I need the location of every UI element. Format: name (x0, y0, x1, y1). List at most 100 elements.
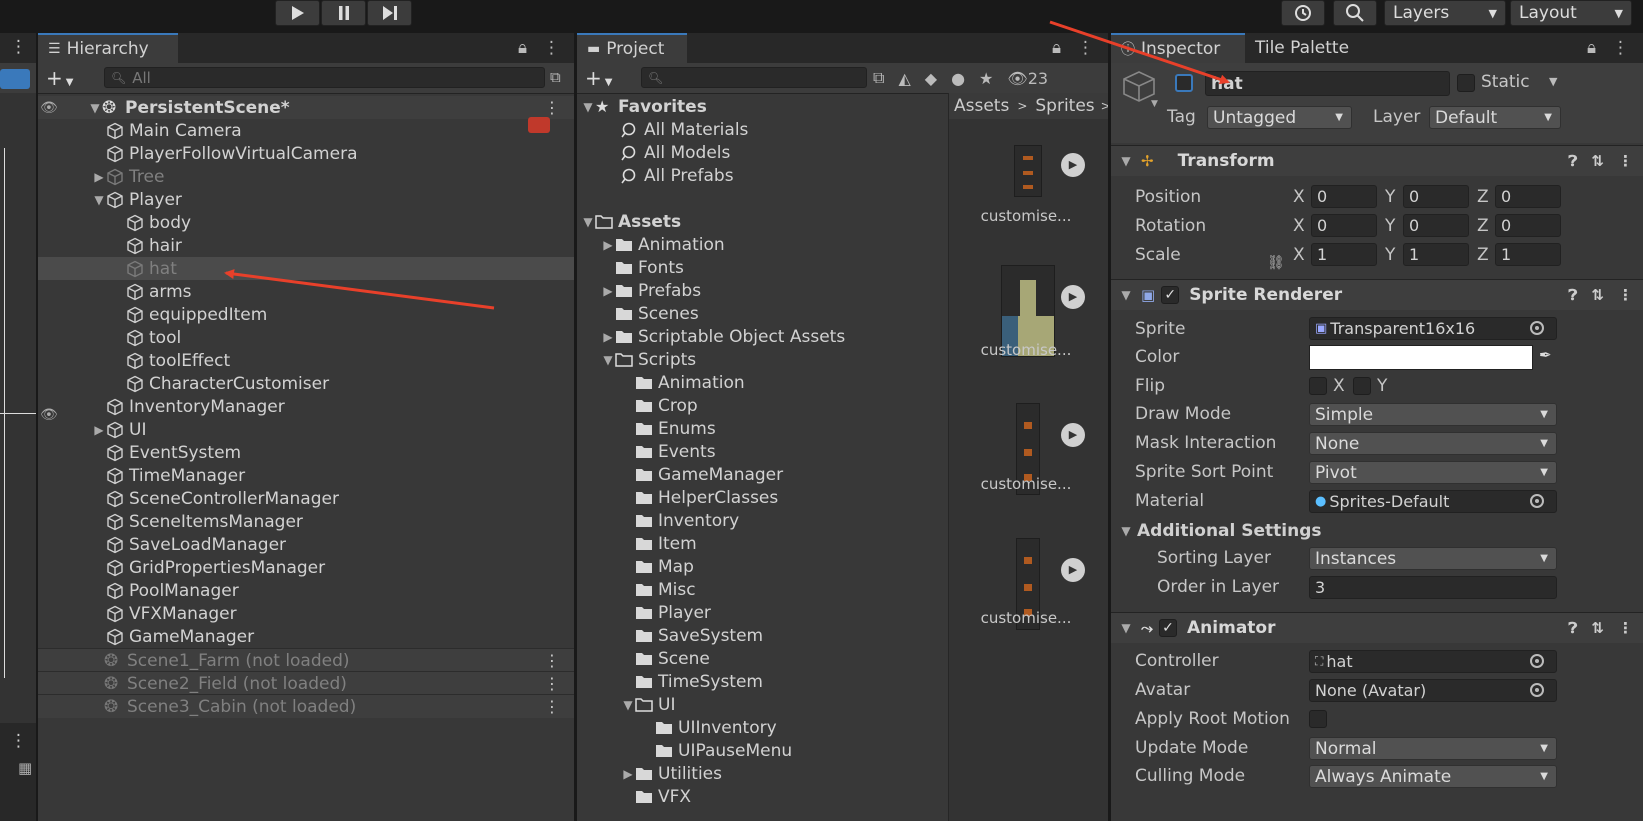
favorite-item[interactable]: All Prefabs (577, 164, 948, 187)
hierarchy-item-main camera[interactable]: Main Camera (38, 119, 574, 142)
folder-item-uiinventory[interactable]: UIInventory (577, 716, 948, 739)
expand-arrow-icon[interactable]: ▼ (1119, 288, 1133, 302)
step-button[interactable] (367, 0, 412, 26)
scene-search-icon[interactable]: ⧉ (550, 68, 561, 86)
folder-item-helperclasses[interactable]: HelperClasses (577, 486, 948, 509)
hierarchy-item-tree[interactable]: ▶ Tree (38, 165, 574, 188)
unloaded-scene-row[interactable]: ❂ Scene1_Farm (not loaded) ⋮ (38, 648, 574, 672)
history-button[interactable] (1281, 0, 1325, 26)
material-field[interactable]: ● Sprites-Default (1309, 490, 1557, 513)
hierarchy-item-gamemanager[interactable]: GameManager (38, 625, 574, 648)
hierarchy-item-body[interactable]: body (38, 211, 574, 234)
unloaded-scene-row[interactable]: ❂ Scene3_Cabin (not loaded) ⋮ (38, 694, 574, 718)
add-button[interactable]: + ▼ (585, 66, 612, 90)
folder-item-scenes[interactable]: Scenes (577, 302, 948, 325)
search-input[interactable]: 🔍︎ (641, 67, 867, 88)
more-icon[interactable]: ⋮ (544, 651, 560, 670)
scene-row[interactable]: 👁︎ ▼ ❂ PersistentScene* ⋮ (38, 96, 574, 119)
expand-arrow-icon[interactable]: ▼ (1119, 524, 1133, 538)
lock-icon[interactable]: 🔒︎ (1052, 38, 1061, 58)
folder-item-scripts[interactable]: ▼ Scripts (577, 348, 948, 371)
rotation-x-field[interactable]: 0 (1311, 214, 1377, 237)
visibility-eye-icon[interactable]: 👁︎ (40, 407, 58, 423)
expand-arrow-icon[interactable]: ▼ (621, 698, 635, 712)
static-checkbox[interactable] (1457, 74, 1475, 92)
more-icon[interactable]: ⋮ (543, 38, 560, 58)
object-picker-icon[interactable] (1530, 321, 1544, 335)
help-icon[interactable]: ❓︎ (1568, 286, 1577, 304)
transform-header[interactable]: ▼ ✢ Transform ❓︎ ⇅ ⋮ (1111, 145, 1643, 176)
animator-header[interactable]: ▼ ⤳ ✓ Animator ❓︎ ⇅ ⋮ (1111, 612, 1643, 643)
filter-by-label-icon[interactable]: ◆ (925, 69, 937, 88)
more-icon[interactable]: ⋮ (1612, 38, 1629, 58)
rotation-y-field[interactable]: 0 (1403, 214, 1469, 237)
folder-item-fonts[interactable]: Fonts (577, 256, 948, 279)
eyedropper-icon[interactable]: ✒︎ (1539, 346, 1552, 364)
more-icon[interactable]: ⋮ (1077, 38, 1094, 58)
expand-arrow-icon[interactable]: ▶ (601, 238, 615, 252)
play-animation-icon[interactable]: ▶ (1061, 153, 1085, 177)
additional-settings-foldout[interactable]: ▼ Additional Settings (1111, 518, 1643, 544)
pause-button[interactable] (321, 0, 366, 26)
search-input[interactable]: 🔍︎ All (104, 67, 545, 88)
play-animation-icon[interactable]: ▶ (1061, 423, 1085, 447)
more-icon[interactable]: ⋮ (544, 697, 560, 716)
mask-interaction-dropdown[interactable]: None ▼ (1309, 432, 1557, 455)
hierarchy-item-saveloadmanager[interactable]: SaveLoadManager (38, 533, 574, 556)
expand-arrow-icon[interactable]: ▶ (92, 423, 106, 437)
apply-root-motion-checkbox[interactable] (1309, 710, 1327, 728)
favorite-item[interactable]: All Materials (577, 118, 948, 141)
flip-x-checkbox[interactable] (1309, 377, 1327, 395)
breadcrumb-assets[interactable]: Assets (954, 96, 1009, 116)
sprite-renderer-header[interactable]: ▼ ▣ ✓ Sprite Renderer ❓︎ ⇅ ⋮ (1111, 279, 1643, 310)
help-icon[interactable]: ❓︎ (1568, 152, 1577, 170)
add-button[interactable]: + ▼ (46, 66, 73, 90)
hierarchy-item-sceneitemsmanager[interactable]: SceneItemsManager (38, 510, 574, 533)
favorite-item[interactable]: All Models (577, 141, 948, 164)
folder-item-enums[interactable]: Enums (577, 417, 948, 440)
draw-mode-dropdown[interactable]: Simple ▼ (1309, 403, 1557, 426)
hierarchy-item-gridpropertiesmanager[interactable]: GridPropertiesManager (38, 556, 574, 579)
chevron-down-icon[interactable]: ▼ (1549, 75, 1557, 88)
play-animation-icon[interactable]: ▶ (1061, 558, 1085, 582)
visibility-eye-icon[interactable]: 👁︎ (40, 100, 58, 116)
expand-arrow-icon[interactable]: ▶ (621, 767, 635, 781)
folder-item-inventory[interactable]: Inventory (577, 509, 948, 532)
hierarchy-item-playerfollowvirtualcamera[interactable]: PlayerFollowVirtualCamera (38, 142, 574, 165)
hierarchy-item-hat[interactable]: hat (38, 257, 574, 280)
order-in-layer-field[interactable]: 3 (1309, 576, 1557, 599)
animator-enabled-checkbox[interactable]: ✓ (1159, 619, 1178, 637)
hierarchy-item-charactercustomiser[interactable]: CharacterCustomiser (38, 372, 574, 395)
hierarchy-item-vfxmanager[interactable]: VFXManager (38, 602, 574, 625)
expand-arrow-icon[interactable]: ▼ (1119, 621, 1133, 635)
lock-icon[interactable]: 🔒︎ (518, 38, 527, 58)
filter-by-type-icon[interactable]: ◭ (898, 69, 910, 88)
folder-item-savesystem[interactable]: SaveSystem (577, 624, 948, 647)
hierarchy-item-poolmanager[interactable]: PoolManager (38, 579, 574, 602)
sprite-field[interactable]: ▣ Transparent16x16 (1309, 317, 1557, 340)
favorite-star-icon[interactable]: ★ (979, 69, 993, 88)
grid-icon[interactable]: ▦ (18, 759, 32, 777)
tab-inspector[interactable]: ⓘ Inspector (1111, 33, 1245, 63)
expand-arrow-icon[interactable]: ▼ (88, 101, 102, 115)
sorting-layer-dropdown[interactable]: Instances ▼ (1309, 547, 1557, 570)
favorites-header[interactable]: ▼ ★ Favorites (577, 95, 948, 118)
expand-arrow-icon[interactable]: ▼ (1119, 154, 1133, 168)
more-icon[interactable]: ⋮ (544, 98, 560, 117)
scale-y-field[interactable]: 1 (1403, 243, 1469, 266)
object-name-field[interactable]: hat (1205, 71, 1450, 96)
more-icon[interactable]: ⋮ (1618, 152, 1633, 170)
scale-z-field[interactable]: 1 (1495, 243, 1561, 266)
controller-field[interactable]: ⛶ hat (1309, 650, 1557, 673)
folder-item-timesystem[interactable]: TimeSystem (577, 670, 948, 693)
tag-dropdown[interactable]: Untagged ▼ (1207, 106, 1352, 129)
preset-icon[interactable]: ⇅ (1591, 286, 1604, 304)
folder-item-crop[interactable]: Crop (577, 394, 948, 417)
object-picker-icon[interactable] (1530, 654, 1544, 668)
folder-item-prefabs[interactable]: ▶ Prefabs (577, 279, 948, 302)
chevron-down-icon[interactable]: ▼ (1151, 99, 1158, 109)
culling-mode-dropdown[interactable]: Always Animate ▼ (1309, 765, 1557, 788)
hierarchy-item-timemanager[interactable]: TimeManager (38, 464, 574, 487)
hierarchy-item-arms[interactable]: arms (38, 280, 574, 303)
scene-search-icon[interactable]: ⧉ (873, 68, 884, 88)
